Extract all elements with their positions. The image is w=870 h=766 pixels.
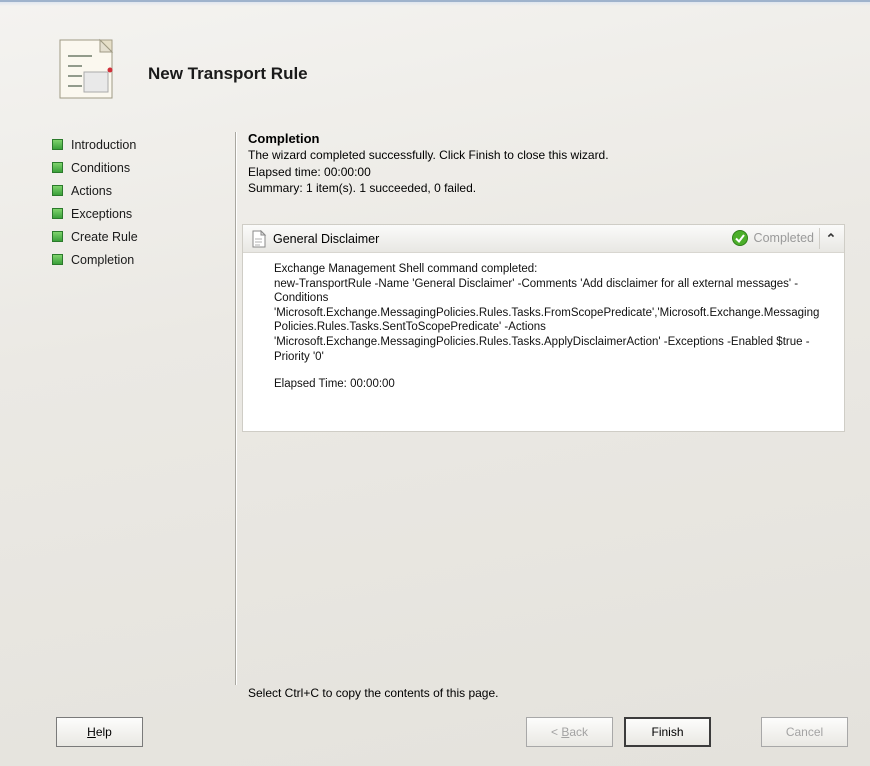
green-check-icon (731, 230, 748, 246)
step-conditions: Conditions (52, 156, 138, 179)
help-label-rest: elp (95, 725, 112, 739)
document-icon (252, 229, 267, 247)
command-text: new-TransportRule -Name 'General Disclai… (274, 277, 820, 363)
help-button[interactable]: Help (56, 717, 143, 747)
collapse-button[interactable]: ⌃ (819, 228, 842, 249)
vertical-divider (235, 132, 236, 685)
step-create-rule: Create Rule (52, 225, 138, 248)
result-status: Completed (731, 230, 814, 246)
finish-button[interactable]: Finish (624, 717, 711, 747)
completion-summary: Completion The wizard completed successf… (248, 130, 848, 197)
step-introduction: Introduction (52, 133, 138, 156)
step-exceptions: Exceptions (52, 202, 138, 225)
green-square-icon (52, 162, 63, 173)
step-label: Conditions (71, 160, 131, 175)
step-label: Exceptions (71, 206, 133, 221)
back-label: < Back (551, 725, 588, 739)
step-actions: Actions (52, 179, 138, 202)
help-accesskey: H (87, 725, 96, 739)
step-completion: Completion (52, 248, 138, 271)
result-panel: General Disclaimer Completed ⌃ Exchange … (242, 224, 845, 432)
wizard-steps: Introduction Conditions Actions Exceptio… (52, 133, 138, 271)
result-header[interactable]: General Disclaimer Completed ⌃ (243, 225, 844, 253)
back-label-rest: ack (569, 725, 589, 739)
step-label: Create Rule (71, 229, 138, 244)
result-elapsed-time: Elapsed Time: 00:00:00 (274, 378, 395, 391)
result-body: Exchange Management Shell command comple… (243, 253, 844, 392)
transport-rule-wizard-icon (59, 38, 114, 99)
step-label: Introduction (71, 137, 137, 152)
summary-text: Summary: 1 item(s). 1 succeeded, 0 faile… (248, 181, 477, 195)
wizard-title: New Transport Rule (148, 64, 308, 83)
green-square-icon (52, 139, 63, 150)
back-label-prefix: < (550, 725, 562, 739)
back-button[interactable]: < Back (526, 717, 613, 747)
cancel-button[interactable]: Cancel (761, 717, 848, 747)
green-square-icon (52, 254, 63, 265)
green-square-icon (52, 185, 63, 196)
elapsed-time: Elapsed time: 00:00:00 (248, 164, 371, 179)
completion-message: The wizard completed successfully. Click… (248, 148, 609, 162)
result-title: General Disclaimer (273, 231, 380, 246)
copy-hint: Select Ctrl+C to copy the contents of th… (248, 686, 499, 700)
command-intro: Exchange Management Shell command comple… (274, 263, 538, 275)
step-label: Completion (71, 252, 135, 267)
green-square-icon (52, 208, 63, 219)
green-square-icon (52, 231, 63, 242)
status-text: Completed (753, 231, 814, 245)
step-label: Actions (71, 183, 112, 198)
help-label: Help (87, 725, 112, 739)
wizard-window: New Transport Rule Introduction Conditio… (0, 0, 870, 766)
page-heading: Completion (248, 131, 320, 146)
double-chevron-up-icon: ⌃ (825, 230, 837, 246)
